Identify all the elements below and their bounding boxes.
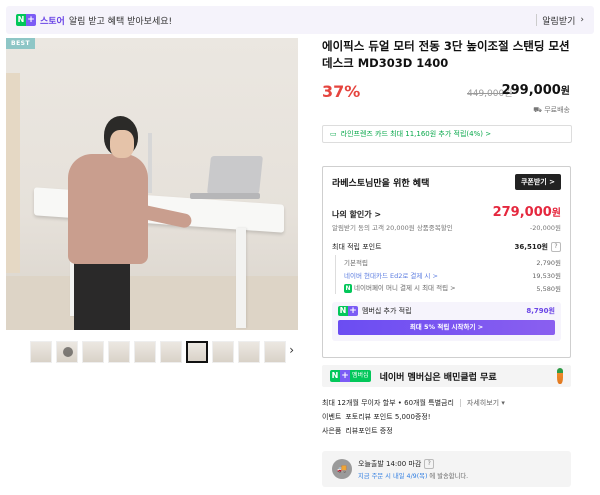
points-value: 5,580원 [536,284,561,293]
membership-box: N + 멤버십 추가 적립 8,790원 최대 5% 적립 시작하기 > [332,302,561,341]
laptop [207,156,263,194]
store-label: 스토어 [40,16,65,27]
points-value: 2,790원 [536,258,561,267]
main-product-image[interactable]: BEST [6,38,298,330]
sale-price-value: 299,000 [501,83,561,98]
delivery-subtext: 지금 주문 시 내일 4/9(목) 에 발송합니다. [358,472,469,480]
membership-value: 8,790원 [526,307,555,315]
card-icon: ▭ [330,130,337,138]
background-shelf [6,73,20,273]
benefit-panel: 라베스토님만을 위한 혜택 쿠폰받기 > 나의 할인가 > 279,000원 알… [322,166,571,358]
my-discount-price: 279,000원 [493,204,561,220]
naver-n-icon: N [16,14,26,26]
points-value: 19,530원 [532,271,561,280]
membership-label-wrap: N + 멤버십 추가 적립 [338,306,412,316]
truck-icon: ⛟ [533,106,545,114]
truck-icon: 🚚 [332,459,352,479]
thumbnail[interactable] [160,341,182,363]
plus-icon: + [26,14,36,26]
gift-label: 사은품 [322,427,342,435]
max-points-label: 최대 적립 포인트 [332,243,382,251]
alert-message: 알림 받고 혜택 받아보세요! [68,16,173,27]
product-title: 에이픽스 듀얼 모터 전동 3단 높이조절 스탠딩 모션데스크 MD303D 1… [322,39,570,70]
coupon-button[interactable]: 쿠폰받기 > [514,174,561,190]
membership-promo-banner[interactable]: N + 멤버십 네이버 멤버십은 배민클럽 무료 [322,365,571,387]
shipping-label: 무료배송 [544,106,570,114]
max-points-value: 36,510원 [514,243,548,251]
thumbnail[interactable] [30,341,52,363]
extra-info: 최대 12개월 무이자 할부 • 60개월 특별금리 자세히보기 ▾ 이벤트 포… [322,396,582,438]
thumbnail[interactable] [108,341,130,363]
help-icon[interactable]: ? [424,458,435,469]
points-list: 기본적립 2,790원 네이버 현대카드 Ed2로 결제 시 > 19,530원… [335,255,561,294]
person-face [110,130,134,158]
points-label-link[interactable]: 네이버 현대카드 Ed2로 결제 시 > [344,270,438,280]
points-label-link[interactable]: N 네이버페이 머니 결제 시 최대 적립 > [344,282,456,293]
alert-subscribe-button[interactable]: 알림받기 › [536,14,584,27]
floor [6,276,298,330]
price-row: 37% 449,000원 299,000원 [322,82,572,104]
card-point-text: 라인프렌즈 카드 최대 11,160원 추가 적립(4%) > [340,130,492,138]
person-legs [74,253,130,330]
event-label: 이벤트 [322,413,342,421]
thumbnail-strip: › [6,340,298,364]
points-row[interactable]: N 네이버페이 머니 결제 시 최대 적립 > 5,580원 [344,281,561,294]
best-badge: BEST [6,38,36,49]
points-row: 기본적립 2,790원 [344,255,561,268]
naver-pay-icon: N [344,284,352,293]
membership-badge: 멤버십 [350,370,371,382]
divider [536,14,538,26]
thumbnail-video[interactable] [56,341,78,363]
points-row[interactable]: 네이버 현대카드 Ed2로 결제 시 > 19,530원 [344,268,561,281]
chevron-right-icon[interactable]: › [289,343,294,357]
laptop-base [190,193,260,199]
store-alert-bar: N + 스토어 알림 받고 혜택 받아보세요! 알림받기 › [6,6,594,34]
thumbnail[interactable] [238,341,260,363]
naver-plus-icon: N + [338,306,358,316]
carrot-icon [557,368,563,384]
play-icon [63,347,73,357]
help-icon[interactable]: ? [551,242,561,252]
divider [459,399,461,407]
coupon-amount: -20,000원 [529,224,561,232]
thumbnail[interactable] [212,341,234,363]
installment-detail-link[interactable]: 자세히보기 ▾ [467,398,505,408]
thumbnail[interactable] [264,341,286,363]
promo-text: 네이버 멤버십은 배민클럽 무료 [379,372,497,383]
delivery-date: 지금 주문 시 내일 4/9(목) [358,472,428,480]
thumbnail[interactable] [134,341,156,363]
points-label: 기본적립 [344,258,368,267]
my-discount-link[interactable]: 나의 할인가 > [332,209,381,220]
sale-price: 299,000원 [502,82,570,98]
desk-leg-right [236,228,246,328]
price-unit: 원 [551,208,561,219]
event-value: 포토리뷰 포인트 5,000증정! [345,413,431,421]
thumbnail[interactable] [82,341,104,363]
shipping-info: ⛟ 무료배송 [322,105,570,115]
membership-label: 멤버십 추가 적립 [362,307,412,315]
installment-info: 최대 12개월 무이자 할부 • 60개월 특별금리 [322,399,454,407]
discount-rate: 37% [322,82,361,101]
naver-plus-store-logo: N + [16,14,36,26]
lamp [148,133,152,193]
delivery-info: 🚚 오늘출발 14:00 마감? 지금 주문 시 내일 4/9(목) 에 발송합… [322,451,571,487]
card-point-banner[interactable]: ▭ 라인프렌즈 카드 최대 11,160원 추가 적립(4%) > [322,125,572,143]
price-unit: 원 [560,86,570,97]
my-discount-value: 279,000 [492,205,552,220]
benefit-title: 라베스토님만을 위한 혜택 [332,178,430,189]
delivery-title: 오늘출발 14:00 마감? [358,458,468,469]
alert-subscribe-label: 알림받기 [542,16,576,27]
coupon-note: 알림받기 동의 고객 20,000원 상품중복할인 [332,224,453,232]
naver-plus-membership-icon: N + 멤버십 [330,370,371,382]
thumbnail-active[interactable] [186,341,208,363]
product-info: 에이픽스 듀얼 모터 전동 3단 높이조절 스탠딩 모션데스크 MD303D 1… [322,38,572,143]
chevron-right-icon: › [580,15,584,25]
gift-value: 리뷰포인트 증정 [345,427,393,435]
membership-start-button[interactable]: 최대 5% 적립 시작하기 > [338,320,555,335]
